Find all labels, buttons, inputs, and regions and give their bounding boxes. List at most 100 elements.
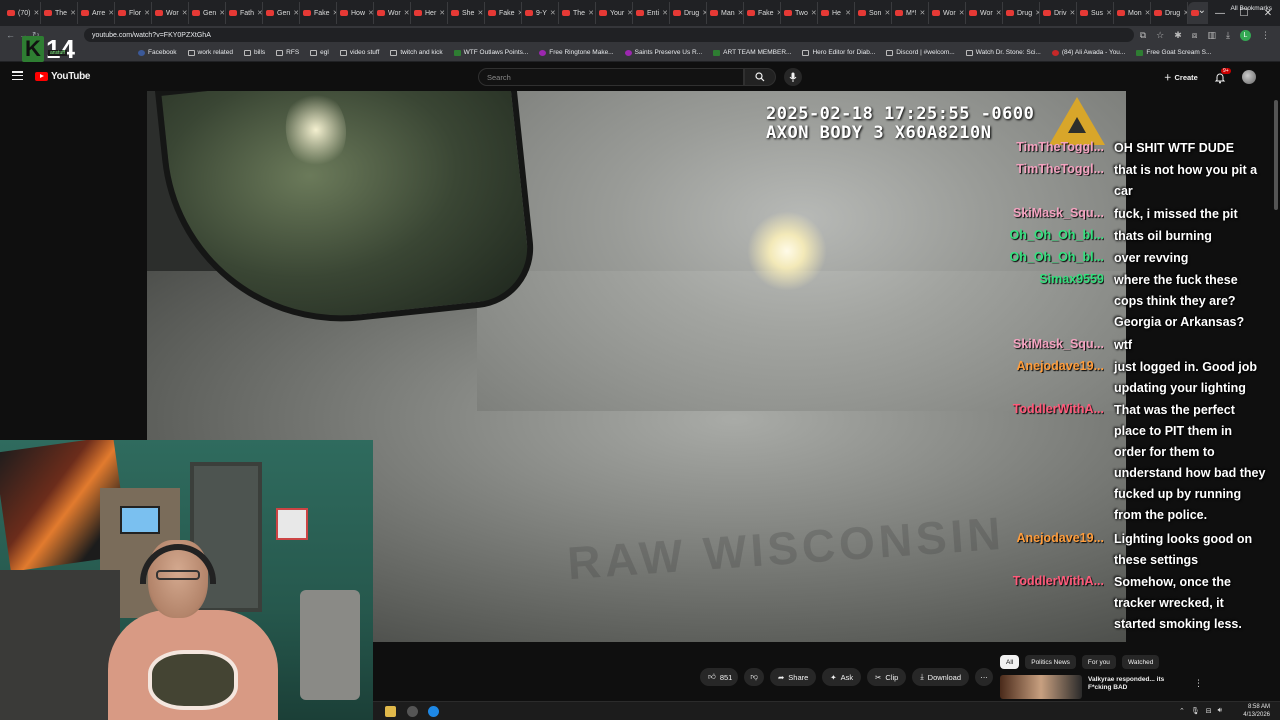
minimize-icon[interactable]: — <box>1208 8 1232 19</box>
close-tab-icon[interactable]: ✕ <box>1106 9 1112 17</box>
close-tab-icon[interactable]: ✕ <box>293 9 299 17</box>
browser-tab[interactable]: Fath ✕ <box>226 2 263 24</box>
microphone-tray-icon[interactable]: 🎙︎ <box>1191 707 1200 715</box>
address-bar[interactable]: youtube.com/watch?v=FKY0PZXtGhA <box>84 28 1134 42</box>
bookmark-star-icon[interactable]: ☆ <box>1156 30 1164 41</box>
bookmark-item[interactable]: Facebook <box>138 49 177 56</box>
create-button[interactable]: ＋ Create <box>1158 69 1204 85</box>
close-tab-icon[interactable]: ✕ <box>845 9 851 17</box>
filter-chip[interactable]: Politics News <box>1025 655 1076 669</box>
browser-tab[interactable]: Drug✕ <box>670 2 707 24</box>
browser-tab[interactable]: He ✕ <box>818 2 855 24</box>
filter-chip[interactable]: All <box>1000 655 1020 669</box>
browser-tab[interactable]: (70) ✕ <box>4 2 41 24</box>
more-actions-button[interactable]: ⋯ <box>975 668 994 686</box>
account-avatar[interactable] <box>1242 70 1256 84</box>
browser-tab[interactable]: Drug✕ <box>1003 2 1040 24</box>
bookmark-item[interactable]: ART TEAM MEMBER... <box>713 49 791 56</box>
bookmark-item[interactable]: Free Goat Scream S... <box>1136 49 1211 56</box>
download-button[interactable]: ⤓ Download <box>912 668 970 686</box>
browser-tab[interactable]: Your ✕ <box>596 2 633 24</box>
browser-tab[interactable]: Wor ✕ <box>152 2 189 24</box>
bookmark-item[interactable]: twitch and kick <box>390 49 443 56</box>
browser-tab[interactable]: Two ✕ <box>781 2 818 24</box>
close-tab-icon[interactable]: ✕ <box>368 9 373 17</box>
close-tab-icon[interactable]: ✕ <box>959 9 965 17</box>
filter-chip[interactable]: Watched <box>1121 655 1160 669</box>
bookmark-item[interactable]: (84) Ali Awada - You... <box>1051 49 1125 56</box>
close-tab-icon[interactable]: ✕ <box>70 9 76 17</box>
recommended-title[interactable]: Valkyrae responded... its F*cking BAD <box>1088 676 1184 692</box>
close-tab-icon[interactable]: ✕ <box>219 9 225 17</box>
clip-button[interactable]: ✂ Clip <box>867 668 907 686</box>
filter-chip[interactable]: For you <box>1081 655 1116 669</box>
hamburger-menu-icon[interactable] <box>12 71 23 80</box>
browser-tab[interactable]: Gen ✕ <box>189 2 226 24</box>
close-tab-icon[interactable]: ✕ <box>811 9 817 17</box>
close-tab-icon[interactable]: ✕ <box>257 9 262 17</box>
close-tab-icon[interactable]: ✕ <box>404 9 410 17</box>
browser-tab[interactable]: 9-Y ✕ <box>522 2 559 24</box>
all-bookmarks[interactable]: All Bookmarks <box>1230 5 1272 12</box>
browser-taskbar-icon[interactable] <box>428 706 439 717</box>
close-tab-icon[interactable]: ✕ <box>439 9 445 17</box>
volume-icon[interactable]: 🔊︎ <box>1218 707 1222 715</box>
recommended-video[interactable]: Valkyrae responded... its F*cking BAD ⋮ <box>1000 675 1203 699</box>
browser-tab[interactable]: Drug✕ <box>1151 2 1188 24</box>
bookmark-item[interactable]: bills <box>243 49 265 56</box>
browser-tab[interactable]: Driv ✕ <box>1040 2 1077 24</box>
browser-tab[interactable]: Wor ✕ <box>929 2 966 24</box>
menu-kebab-icon[interactable]: ⋮ <box>1261 30 1270 41</box>
browser-tab[interactable]: Her ✕ <box>411 2 448 24</box>
settings-gear-icon[interactable] <box>407 706 418 717</box>
notifications-button[interactable]: 9+ <box>1214 68 1231 84</box>
bookmark-item[interactable]: Saints Preserve Us R... <box>624 49 702 56</box>
browser-tab[interactable]: Enti ✕ <box>633 2 670 24</box>
search-button[interactable] <box>744 68 776 86</box>
close-tab-icon[interactable]: ✕ <box>920 9 926 17</box>
download-icon[interactable]: ⤓ <box>1226 30 1230 41</box>
close-tab-icon[interactable]: ✕ <box>182 9 188 17</box>
recommended-thumbnail[interactable] <box>1000 675 1082 699</box>
bookmark-item[interactable]: video stuff <box>339 49 379 56</box>
browser-tab[interactable]: Fake✕ <box>744 2 781 24</box>
bookmark-item[interactable]: Watch Dr. Stone: Sci... <box>965 49 1041 56</box>
browser-tab[interactable]: The ✕ <box>41 2 78 24</box>
page-scrollbar[interactable] <box>1274 100 1278 210</box>
voice-search-button[interactable] <box>784 68 802 86</box>
bookmark-item[interactable]: Hero Editor for Diab... <box>802 49 875 56</box>
browser-tab[interactable]: Fake✕ <box>300 2 337 24</box>
browser-tab[interactable]: Arre ✕ <box>78 2 115 24</box>
browser-tab[interactable]: Man ✕ <box>707 2 744 24</box>
install-icon[interactable]: ⧉ <box>1140 30 1146 41</box>
close-tab-icon[interactable]: ✕ <box>550 9 556 17</box>
tray-chevron-icon[interactable]: ⌃ <box>1179 707 1185 715</box>
bookmark-item[interactable]: RFS <box>276 49 299 56</box>
browser-tab[interactable]: Fake✕ <box>485 2 522 24</box>
bookmark-item[interactable]: WTF Outlaws Points... <box>453 49 528 56</box>
close-tab-icon[interactable]: ✕ <box>738 9 743 17</box>
close-tab-icon[interactable]: ✕ <box>588 9 594 17</box>
bookmark-item[interactable]: Free Ringtone Make... <box>539 49 614 56</box>
close-tab-icon[interactable]: ✕ <box>996 9 1002 17</box>
share-button[interactable]: ➦ Share <box>769 668 817 686</box>
close-tab-icon[interactable]: ✕ <box>33 9 39 17</box>
bookmark-item[interactable]: Discord | #welcom... <box>886 49 955 56</box>
youtube-logo[interactable]: YouTube <box>35 71 91 82</box>
sidebar-icon[interactable]: ▥ <box>1208 30 1217 41</box>
browser-tab[interactable]: She ✕ <box>448 2 485 24</box>
browser-tab[interactable]: Wor ✕ <box>374 2 411 24</box>
close-tab-icon[interactable]: ✕ <box>884 9 890 17</box>
recommended-menu-icon[interactable]: ⋮ <box>1194 678 1203 689</box>
browser-tab[interactable]: Wor ✕ <box>966 2 1003 24</box>
close-tab-icon[interactable]: ✕ <box>1069 9 1075 17</box>
close-tab-icon[interactable]: ✕ <box>108 9 114 17</box>
profile-avatar[interactable]: L <box>1240 29 1251 41</box>
taskbar-clock[interactable]: 8:58 AM 4/13/2026 <box>1243 704 1270 719</box>
bookmark-item[interactable]: work related <box>187 49 233 56</box>
browser-tab[interactable]: Sus ✕ <box>1077 2 1114 24</box>
close-tab-icon[interactable]: ✕ <box>1145 9 1150 17</box>
bookmark-item[interactable]: egl <box>310 49 329 56</box>
close-tab-icon[interactable]: ✕ <box>477 9 483 17</box>
back-icon[interactable]: ← <box>6 30 15 41</box>
